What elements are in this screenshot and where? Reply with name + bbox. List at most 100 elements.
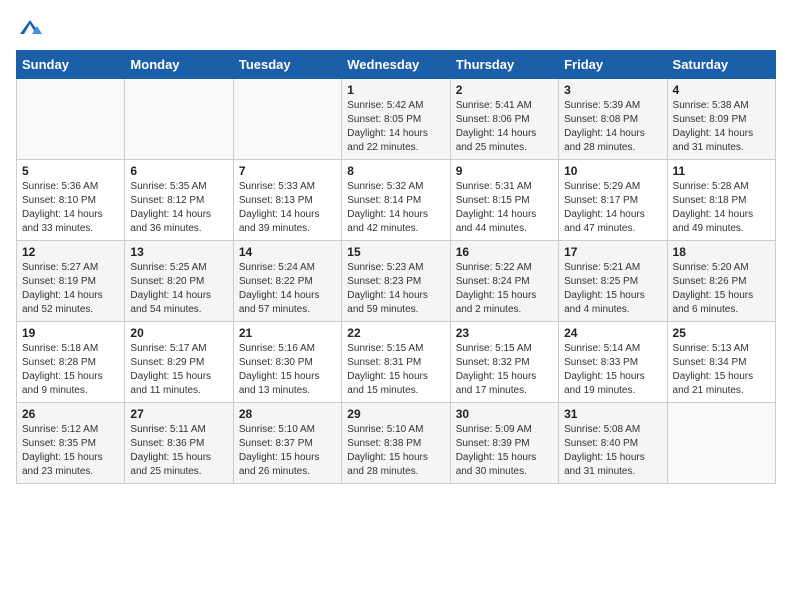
weekday-header: Monday bbox=[125, 51, 233, 79]
logo bbox=[16, 16, 42, 40]
day-number: 22 bbox=[347, 326, 444, 340]
day-info: Sunrise: 5:42 AM Sunset: 8:05 PM Dayligh… bbox=[347, 99, 444, 155]
calendar-cell: 26Sunrise: 5:12 AM Sunset: 8:35 PM Dayli… bbox=[17, 403, 125, 484]
day-info: Sunrise: 5:24 AM Sunset: 8:22 PM Dayligh… bbox=[239, 261, 336, 317]
day-number: 17 bbox=[564, 245, 661, 259]
day-number: 1 bbox=[347, 83, 444, 97]
day-info: Sunrise: 5:10 AM Sunset: 8:38 PM Dayligh… bbox=[347, 423, 444, 479]
day-number: 15 bbox=[347, 245, 444, 259]
calendar-cell: 21 Sunrise: 5:16 AM Sunset: 8:30 PM Dayli… bbox=[233, 322, 341, 403]
logo-icon bbox=[18, 16, 42, 40]
day-info: Sunrise: 5:10 AM Sunset: 8:37 PM Dayligh… bbox=[239, 423, 336, 479]
day-info: Sunrise: 5:32 AM Sunset: 8:14 PM Dayligh… bbox=[347, 180, 444, 236]
calendar-cell: 19 Sunrise: 5:18 AM Sunset: 8:28 PM Dayli… bbox=[17, 322, 125, 403]
calendar-cell: 14 Sunrise: 5:24 AM Sunset: 8:22 PM Dayli… bbox=[233, 241, 341, 322]
day-info: Sunrise: 5:36 AM Sunset: 8:10 PM Dayligh… bbox=[22, 180, 119, 236]
day-number: 19 bbox=[22, 326, 119, 340]
calendar-cell: 22 Sunrise: 5:15 AM Sunset: 8:31 PM Dayli… bbox=[342, 322, 450, 403]
calendar-cell: 10 Sunrise: 5:29 AM Sunset: 8:17 PM Dayli… bbox=[559, 160, 667, 241]
calendar-cell: 28Sunrise: 5:10 AM Sunset: 8:37 PM Dayli… bbox=[233, 403, 341, 484]
calendar-week-row: 19 Sunrise: 5:18 AM Sunset: 8:28 PM Dayli… bbox=[17, 322, 776, 403]
calendar-cell bbox=[125, 79, 233, 160]
calendar-body: 1 Sunrise: 5:42 AM Sunset: 8:05 PM Daylig… bbox=[17, 79, 776, 484]
calendar-week-row: 1 Sunrise: 5:42 AM Sunset: 8:05 PM Daylig… bbox=[17, 79, 776, 160]
calendar-cell: 3 Sunrise: 5:39 AM Sunset: 8:08 PM Daylig… bbox=[559, 79, 667, 160]
header bbox=[16, 16, 776, 40]
weekday-header: Sunday bbox=[17, 51, 125, 79]
day-number: 10 bbox=[564, 164, 661, 178]
day-info: Sunrise: 5:18 AM Sunset: 8:28 PM Dayligh… bbox=[22, 342, 119, 398]
day-number: 27 bbox=[130, 407, 227, 421]
calendar-cell: 6Sunrise: 5:35 AM Sunset: 8:12 PM Daylig… bbox=[125, 160, 233, 241]
calendar-cell: 4Sunrise: 5:38 AM Sunset: 8:09 PM Daylig… bbox=[667, 79, 775, 160]
calendar-cell: 13Sunrise: 5:25 AM Sunset: 8:20 PM Dayli… bbox=[125, 241, 233, 322]
calendar-table: SundayMondayTuesdayWednesdayThursdayFrid… bbox=[16, 50, 776, 484]
calendar-cell: 15 Sunrise: 5:23 AM Sunset: 8:23 PM Dayli… bbox=[342, 241, 450, 322]
day-info: Sunrise: 5:14 AM Sunset: 8:33 PM Dayligh… bbox=[564, 342, 661, 398]
calendar-cell: 30 Sunrise: 5:09 AM Sunset: 8:39 PM Dayli… bbox=[450, 403, 558, 484]
calendar-cell: 24 Sunrise: 5:14 AM Sunset: 8:33 PM Dayli… bbox=[559, 322, 667, 403]
day-number: 21 bbox=[239, 326, 336, 340]
calendar-cell: 9 Sunrise: 5:31 AM Sunset: 8:15 PM Daylig… bbox=[450, 160, 558, 241]
calendar-week-row: 26Sunrise: 5:12 AM Sunset: 8:35 PM Dayli… bbox=[17, 403, 776, 484]
day-info: Sunrise: 5:31 AM Sunset: 8:15 PM Dayligh… bbox=[456, 180, 553, 236]
day-info: Sunrise: 5:09 AM Sunset: 8:39 PM Dayligh… bbox=[456, 423, 553, 479]
day-number: 18 bbox=[673, 245, 770, 259]
calendar-cell bbox=[233, 79, 341, 160]
day-info: Sunrise: 5:25 AM Sunset: 8:20 PM Dayligh… bbox=[130, 261, 227, 317]
calendar-cell: 2 Sunrise: 5:41 AM Sunset: 8:06 PM Daylig… bbox=[450, 79, 558, 160]
day-info: Sunrise: 5:21 AM Sunset: 8:25 PM Dayligh… bbox=[564, 261, 661, 317]
calendar-week-row: 12 Sunrise: 5:27 AM Sunset: 8:19 PM Dayli… bbox=[17, 241, 776, 322]
day-number: 26 bbox=[22, 407, 119, 421]
day-info: Sunrise: 5:16 AM Sunset: 8:30 PM Dayligh… bbox=[239, 342, 336, 398]
day-number: 29 bbox=[347, 407, 444, 421]
day-info: Sunrise: 5:27 AM Sunset: 8:19 PM Dayligh… bbox=[22, 261, 119, 317]
day-number: 30 bbox=[456, 407, 553, 421]
day-number: 16 bbox=[456, 245, 553, 259]
calendar-cell: 25Sunrise: 5:13 AM Sunset: 8:34 PM Dayli… bbox=[667, 322, 775, 403]
calendar-cell: 11 Sunrise: 5:28 AM Sunset: 8:18 PM Dayli… bbox=[667, 160, 775, 241]
calendar-cell: 27 Sunrise: 5:11 AM Sunset: 8:36 PM Dayli… bbox=[125, 403, 233, 484]
day-number: 14 bbox=[239, 245, 336, 259]
calendar-cell: 18 Sunrise: 5:20 AM Sunset: 8:26 PM Dayli… bbox=[667, 241, 775, 322]
calendar-cell: 23Sunrise: 5:15 AM Sunset: 8:32 PM Dayli… bbox=[450, 322, 558, 403]
calendar-cell bbox=[17, 79, 125, 160]
day-number: 23 bbox=[456, 326, 553, 340]
day-number: 8 bbox=[347, 164, 444, 178]
day-info: Sunrise: 5:20 AM Sunset: 8:26 PM Dayligh… bbox=[673, 261, 770, 317]
weekday-header: Friday bbox=[559, 51, 667, 79]
day-number: 31 bbox=[564, 407, 661, 421]
day-info: Sunrise: 5:28 AM Sunset: 8:18 PM Dayligh… bbox=[673, 180, 770, 236]
day-info: Sunrise: 5:11 AM Sunset: 8:36 PM Dayligh… bbox=[130, 423, 227, 479]
weekday-header: Thursday bbox=[450, 51, 558, 79]
calendar-cell: 31Sunrise: 5:08 AM Sunset: 8:40 PM Dayli… bbox=[559, 403, 667, 484]
day-number: 11 bbox=[673, 164, 770, 178]
day-number: 2 bbox=[456, 83, 553, 97]
day-info: Sunrise: 5:23 AM Sunset: 8:23 PM Dayligh… bbox=[347, 261, 444, 317]
calendar-cell: 12 Sunrise: 5:27 AM Sunset: 8:19 PM Dayli… bbox=[17, 241, 125, 322]
day-number: 9 bbox=[456, 164, 553, 178]
day-info: Sunrise: 5:39 AM Sunset: 8:08 PM Dayligh… bbox=[564, 99, 661, 155]
day-number: 6 bbox=[130, 164, 227, 178]
calendar-cell bbox=[667, 403, 775, 484]
day-info: Sunrise: 5:13 AM Sunset: 8:34 PM Dayligh… bbox=[673, 342, 770, 398]
day-number: 12 bbox=[22, 245, 119, 259]
day-info: Sunrise: 5:17 AM Sunset: 8:29 PM Dayligh… bbox=[130, 342, 227, 398]
calendar-cell: 16Sunrise: 5:22 AM Sunset: 8:24 PM Dayli… bbox=[450, 241, 558, 322]
calendar-cell: 29 Sunrise: 5:10 AM Sunset: 8:38 PM Dayli… bbox=[342, 403, 450, 484]
day-info: Sunrise: 5:15 AM Sunset: 8:31 PM Dayligh… bbox=[347, 342, 444, 398]
weekday-header: Saturday bbox=[667, 51, 775, 79]
day-number: 3 bbox=[564, 83, 661, 97]
day-number: 20 bbox=[130, 326, 227, 340]
day-info: Sunrise: 5:38 AM Sunset: 8:09 PM Dayligh… bbox=[673, 99, 770, 155]
weekday-header: Wednesday bbox=[342, 51, 450, 79]
day-info: Sunrise: 5:29 AM Sunset: 8:17 PM Dayligh… bbox=[564, 180, 661, 236]
calendar-cell: 8 Sunrise: 5:32 AM Sunset: 8:14 PM Daylig… bbox=[342, 160, 450, 241]
day-number: 7 bbox=[239, 164, 336, 178]
day-info: Sunrise: 5:33 AM Sunset: 8:13 PM Dayligh… bbox=[239, 180, 336, 236]
day-number: 24 bbox=[564, 326, 661, 340]
day-info: Sunrise: 5:41 AM Sunset: 8:06 PM Dayligh… bbox=[456, 99, 553, 155]
day-number: 5 bbox=[22, 164, 119, 178]
calendar-cell: 7 Sunrise: 5:33 AM Sunset: 8:13 PM Daylig… bbox=[233, 160, 341, 241]
calendar-cell: 17 Sunrise: 5:21 AM Sunset: 8:25 PM Dayli… bbox=[559, 241, 667, 322]
